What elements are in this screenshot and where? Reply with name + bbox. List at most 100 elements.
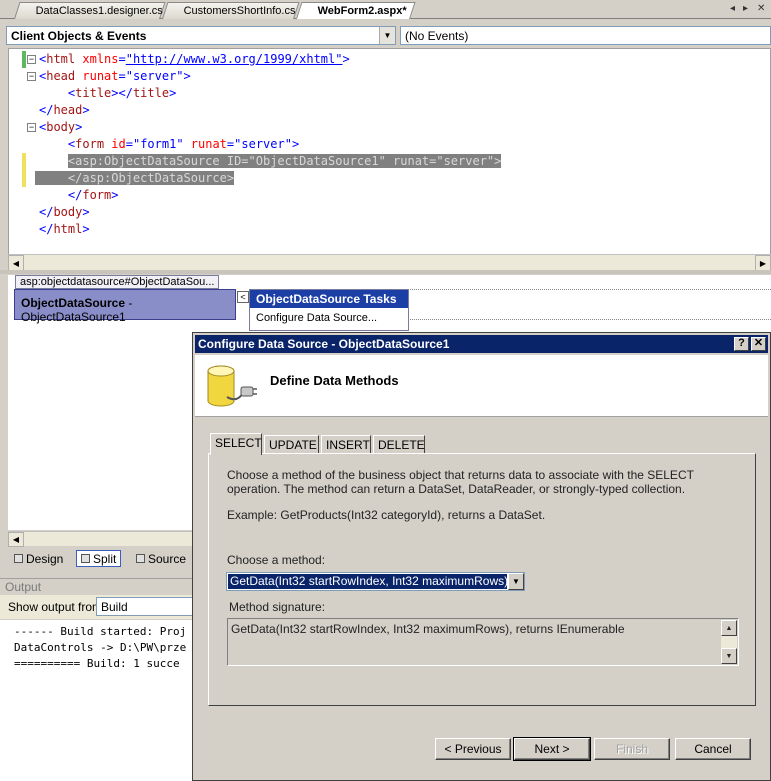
scroll-up-icon[interactable]: ▲: [721, 620, 737, 636]
source-editor[interactable]: − − − <html xmlns="http://www.w3.org/199…: [8, 48, 771, 258]
configure-data-source-link[interactable]: Configure Data Source...: [250, 308, 408, 328]
code-line: </form>: [67, 188, 119, 202]
objectdatasource-control[interactable]: ObjectDataSource - ObjectDataSource1: [14, 289, 236, 324]
events-combo[interactable]: (No Events): [400, 26, 771, 45]
tab-insert-label: INSERT: [326, 438, 370, 452]
document-tab-bar: DataClasses1.designer.cs CustomersShortI…: [0, 0, 771, 19]
select-tab-panel: Choose a method of the business object t…: [208, 453, 756, 706]
collapse-icon[interactable]: −: [27, 123, 36, 132]
output-line: ------ Build started: Proj: [14, 625, 187, 638]
code-line: <title></title>: [67, 86, 177, 100]
method-description: Choose a method of the business object t…: [227, 468, 694, 496]
tab-dataclasses-designer[interactable]: DataClasses1.designer.cs: [14, 2, 166, 19]
method-combo[interactable]: GetData(Int32 startRowIndex, Int32 maxim…: [226, 572, 525, 591]
tab-delete-label: DELETE: [378, 438, 425, 452]
tab-delete[interactable]: DELETE: [373, 435, 425, 454]
control-outline: [402, 289, 771, 320]
next-button[interactable]: Next >: [513, 737, 591, 761]
help-button[interactable]: ?: [734, 337, 749, 351]
design-horizontal-scrollbar[interactable]: ◀: [8, 531, 198, 547]
dialog-title-bar[interactable]: Configure Data Source - ObjectDataSource…: [195, 335, 768, 353]
show-output-label: Show output from:: [8, 600, 106, 614]
scroll-left-icon[interactable]: ◀: [8, 532, 24, 547]
tab-webform2[interactable]: WebForm2.aspx*: [296, 2, 416, 19]
scroll-down-icon[interactable]: ▼: [721, 648, 737, 664]
events-value: (No Events): [405, 29, 469, 43]
tab-update-label: UPDATE: [269, 438, 317, 452]
output-text[interactable]: ------ Build started: Proj DataControls …: [0, 620, 198, 781]
previous-button[interactable]: < Previous: [435, 738, 511, 760]
split-view-divider[interactable]: [0, 270, 771, 274]
tab-customers-short-info[interactable]: CustomersShortInfo.cs: [162, 2, 300, 19]
cancel-button[interactable]: Cancel: [675, 738, 751, 760]
view-switcher: Design Split Source: [8, 547, 198, 569]
source-icon: [136, 554, 145, 563]
scroll-left-icon[interactable]: ◀: [8, 255, 24, 271]
output-window-title: Output: [0, 578, 198, 594]
method-example: Example: GetProducts(Int32 categoryId), …: [227, 508, 546, 522]
finish-button[interactable]: Finish: [594, 738, 670, 760]
smart-tag-icon[interactable]: <: [237, 291, 249, 303]
tab-insert[interactable]: INSERT: [321, 435, 371, 454]
editor-horizontal-scrollbar[interactable]: ◀ ▶: [8, 254, 771, 271]
output-line: DataControls -> D:\PW\prze: [14, 641, 187, 654]
design-view-label: Design: [26, 551, 64, 566]
dialog-heading: Define Data Methods: [270, 373, 399, 388]
tab-label: WebForm2.aspx*: [317, 5, 407, 17]
navigation-bar: Client Objects & Events ▼ (No Events): [0, 24, 771, 46]
code-line: <body>: [39, 120, 83, 134]
method-signature-label: Method signature:: [229, 600, 326, 614]
split-view-button[interactable]: Split: [76, 550, 122, 567]
signature-scrollbar[interactable]: ▲ ▼: [721, 620, 737, 664]
control-type: ObjectDataSource: [21, 296, 126, 310]
code-line: </html>: [39, 222, 90, 236]
collapse-icon[interactable]: −: [27, 72, 36, 81]
design-view-button[interactable]: Design: [10, 550, 67, 567]
tab-label: DataClasses1.designer.cs: [35, 5, 163, 17]
tab-select[interactable]: SELECT: [210, 433, 262, 455]
tasks-title: ObjectDataSource Tasks: [250, 290, 408, 308]
chevron-down-icon[interactable]: ▼: [379, 27, 395, 44]
method-combo-value: GetData(Int32 startRowIndex, Int32 maxim…: [227, 573, 508, 590]
code-line: <html xmlns="http://www.w3.org/1999/xhtm…: [39, 52, 350, 66]
choose-method-label: Choose a method:: [227, 553, 326, 567]
code-line-selected: </asp:ObjectDataSource>: [35, 170, 501, 187]
output-toolbar: Show output from: Build: [0, 595, 198, 619]
method-signature-box: GetData(Int32 startRowIndex, Int32 maxim…: [227, 618, 739, 666]
tab-close-icon[interactable]: ✕: [757, 3, 765, 14]
database-icon: [207, 365, 257, 407]
design-icon: [14, 554, 23, 563]
method-signature-value: GetData(Int32 startRowIndex, Int32 maxim…: [231, 622, 625, 636]
tab-label: CustomersShortInfo.cs: [183, 5, 296, 17]
dialog-title: Configure Data Source - ObjectDataSource…: [198, 337, 450, 351]
show-output-value: Build: [101, 600, 128, 614]
source-view-button[interactable]: Source: [132, 550, 190, 567]
code-line: <form id="form1" runat="server">: [67, 137, 300, 151]
split-view-label: Split: [93, 551, 117, 566]
change-marker: [22, 153, 26, 187]
code-line: <head runat="server">: [39, 69, 191, 83]
smart-tasks-panel: ObjectDataSource Tasks Configure Data So…: [249, 289, 409, 331]
configure-data-source-dialog: Configure Data Source - ObjectDataSource…: [192, 332, 771, 781]
client-objects-combo[interactable]: Client Objects & Events ▼: [6, 26, 396, 45]
dialog-header: Define Data Methods: [195, 355, 768, 417]
split-icon: [81, 554, 90, 563]
scroll-right-icon[interactable]: ▶: [755, 255, 771, 271]
close-button[interactable]: ✕: [751, 337, 766, 351]
tab-update[interactable]: UPDATE: [264, 435, 319, 454]
tab-next-icon[interactable]: ▸: [743, 3, 748, 14]
tab-select-label: SELECT: [215, 436, 262, 450]
show-output-combo[interactable]: Build: [96, 597, 196, 616]
source-view-label: Source: [148, 551, 187, 566]
output-line: ========== Build: 1 succe: [14, 657, 180, 670]
collapse-icon[interactable]: −: [27, 55, 36, 64]
chevron-down-icon[interactable]: ▼: [508, 573, 524, 590]
code-line: </head>: [39, 103, 90, 117]
change-marker: [22, 51, 26, 68]
control-tag-chip[interactable]: asp:objectdatasource#ObjectDataSou...: [15, 275, 220, 289]
code-line: </body>: [39, 205, 90, 219]
code-lines: <html xmlns="http://www.w3.org/1999/xhtm…: [35, 51, 502, 238]
tab-prev-icon[interactable]: ◂: [730, 3, 735, 14]
code-line-selected: <asp:ObjectDataSource ID="ObjectDataSour…: [67, 154, 502, 168]
client-objects-value: Client Objects & Events: [11, 29, 147, 43]
